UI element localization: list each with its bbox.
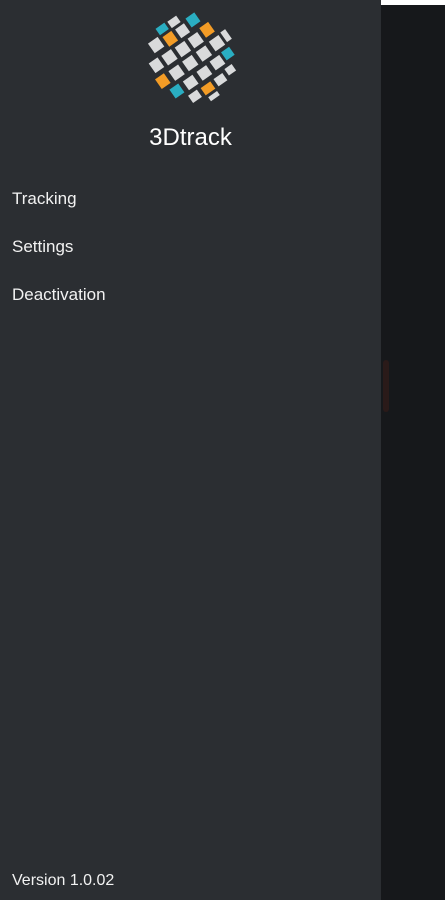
drawer-header: 3Dtrack [0, 0, 381, 170]
menu-item-deactivation[interactable]: Deactivation [0, 271, 381, 319]
3dtrack-globe-logo-icon [147, 12, 237, 103]
app-title: 3Dtrack [149, 124, 232, 151]
menu-item-settings[interactable]: Settings [0, 223, 381, 271]
drawer-menu: Tracking Settings Deactivation [0, 175, 381, 319]
version-label: Version 1.0.02 [12, 872, 115, 889]
drawer-scrim[interactable] [381, 0, 445, 900]
menu-item-tracking[interactable]: Tracking [0, 175, 381, 223]
screen: 3Dtrack Tracking Settings Deactivation V… [0, 0, 445, 900]
navigation-drawer: 3Dtrack Tracking Settings Deactivation V… [0, 0, 381, 900]
status-bar-strip [381, 0, 445, 5]
background-content-edge [383, 360, 389, 412]
